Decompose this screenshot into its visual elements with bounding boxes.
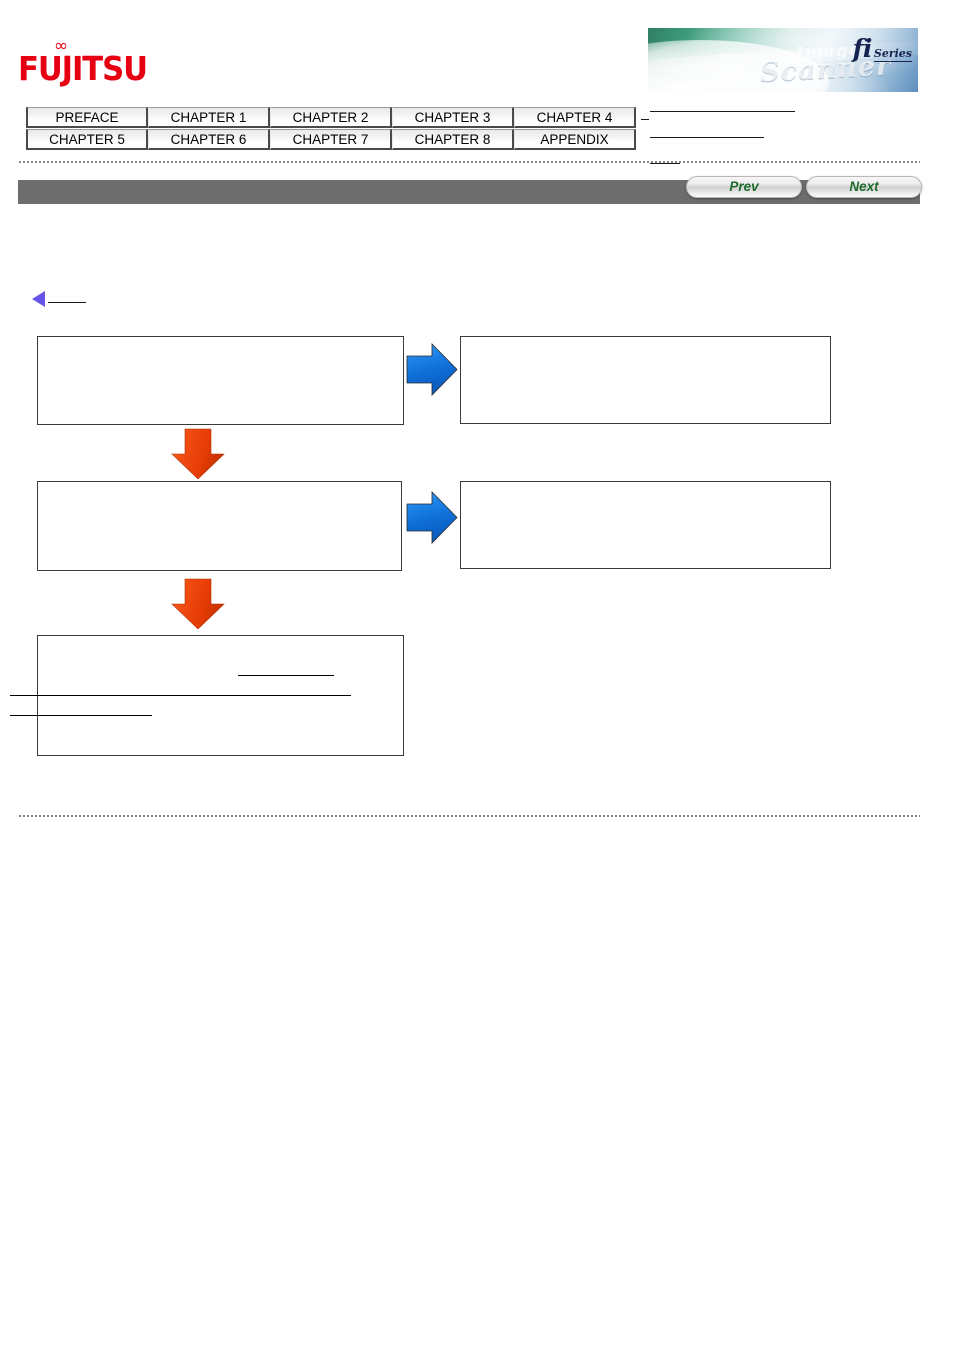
flow-box-5-link-2-underline [10,695,351,696]
arrow-right-icon [406,342,458,397]
arrow-down-icon [169,428,227,480]
flow-diagram [0,0,954,800]
flow-box-1 [37,336,404,425]
flow-box-5-link-1-underline [238,675,334,676]
flow-box-5-link-3-underline [10,715,152,716]
arrow-right-icon [406,490,458,545]
arrow-down-icon [169,578,227,630]
divider-bottom [18,815,920,817]
flow-box-4 [460,481,831,569]
flow-box-3 [37,481,402,571]
manual-page: ∞ FUJITSU Image Scanner fi Series PREFACE… [0,0,954,1351]
flow-box-2 [460,336,831,424]
